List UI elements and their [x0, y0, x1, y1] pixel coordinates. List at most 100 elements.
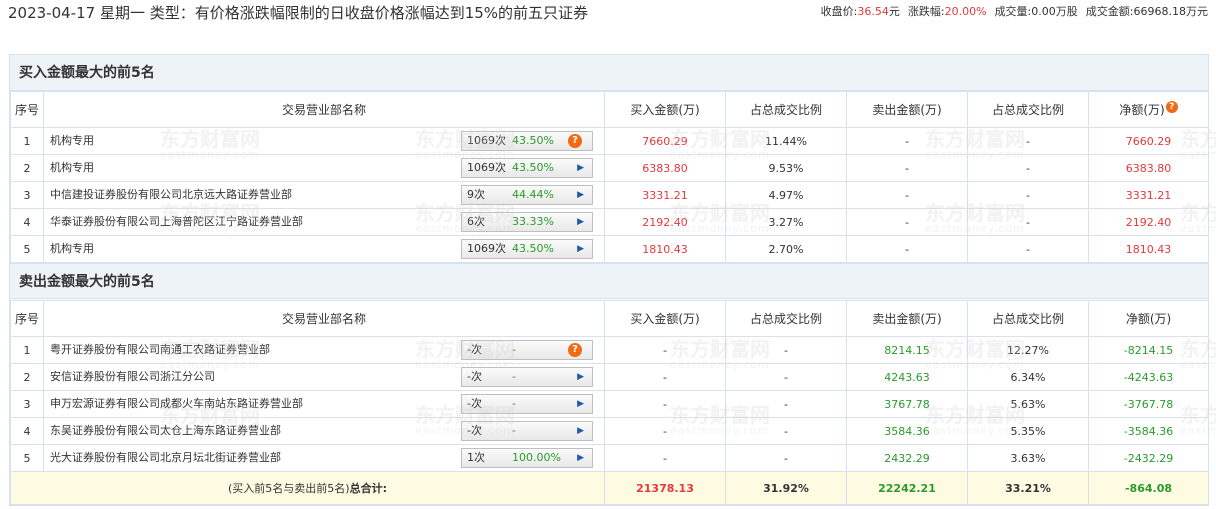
- net-amount: -4243.63: [1088, 363, 1209, 391]
- expand-arrow-icon[interactable]: ▶: [577, 159, 584, 177]
- amount-label: 成交金额:: [1085, 5, 1134, 18]
- page-title: 2023-04-17 星期一 类型：有价格涨跌幅限制的日收盘价格涨幅达到15%的…: [8, 4, 589, 22]
- expand-arrow-icon[interactable]: ▶: [577, 186, 584, 204]
- total-sell: 22242.21: [846, 471, 968, 505]
- buy-amount: -: [604, 390, 726, 418]
- close-price-unit: 元: [888, 5, 900, 18]
- success-rate: -: [512, 370, 516, 383]
- branch-name[interactable]: 光大证券股份有限公司北京月坛北街证券营业部: [50, 451, 281, 464]
- branch-stat-box[interactable]: 1069次 43.50% ▶: [461, 158, 593, 178]
- branch-stat-box[interactable]: 9次 44.44% ▶: [461, 185, 593, 205]
- branch-name[interactable]: 东吴证券股份有限公司太仓上海东路证券营业部: [50, 424, 281, 437]
- branch-name[interactable]: 中信建投证券股份有限公司北京远大路证券营业部: [50, 188, 292, 201]
- branch-name[interactable]: 粤开证券股份有限公司南通工农路证券营业部: [50, 343, 270, 356]
- sell-ratio: -: [967, 127, 1089, 155]
- success-rate: 33.33%: [512, 215, 554, 228]
- col-sell-pct: 占总成交比例: [967, 300, 1089, 337]
- table-row: 3 中信建投证券股份有限公司北京远大路证券营业部 9次 44.44% ▶ 3331.21 4…: [10, 181, 1209, 209]
- col-buy-pct: 占总成交比例: [725, 91, 847, 128]
- col-net: 净额(万): [1088, 300, 1209, 337]
- expand-arrow-icon[interactable]: ▶: [577, 368, 584, 386]
- sell-ratio: -: [967, 235, 1089, 263]
- branch-cell: 申万宏源证券有限公司成都火车南站东路证券营业部 -次 - ▶: [43, 390, 605, 418]
- buy-ratio: 11.44%: [725, 127, 847, 155]
- volume-label: 成交量:: [994, 5, 1032, 18]
- branch-stat-box[interactable]: 1次 100.00% ▶: [461, 448, 593, 468]
- row-index: 4: [10, 417, 44, 445]
- sell-ratio: 12.27%: [967, 336, 1089, 364]
- col-sell-pct: 占总成交比例: [967, 91, 1089, 128]
- branch-stat-box[interactable]: 1069次 43.50% ▶: [461, 239, 593, 259]
- branch-cell: 机构专用 1069次 43.50% ▶: [43, 235, 605, 263]
- listing-count: 1069次: [467, 161, 506, 174]
- table-row: 4 华泰证券股份有限公司上海普陀区江宁路证券营业部 6次 33.33% ▶ 2192.40…: [10, 208, 1209, 236]
- buy-table-header: 序号 交易营业部名称 买入金额(万) 占总成交比例 卖出金额(万) 占总成交比例…: [10, 91, 1209, 128]
- help-icon[interactable]: ?: [568, 134, 582, 148]
- row-index: 5: [10, 235, 44, 263]
- buy-amount: 7660.29: [604, 127, 726, 155]
- col-sell: 卖出金额(万): [846, 91, 968, 128]
- table-row: 1 机构专用 1069次 43.50%? 7660.29 11.44% - -7660.29: [10, 127, 1209, 155]
- total-label-bold: 总合计:: [349, 482, 387, 495]
- buy-table: 序号 交易营业部名称 买入金额(万) 占总成交比例 卖出金额(万) 占总成交比例…: [10, 91, 1209, 263]
- table-row: 5 机构专用 1069次 43.50% ▶ 1810.43 2.70% - -1810.43: [10, 235, 1209, 263]
- close-price-value: 36.54: [857, 5, 889, 18]
- branch-cell: 东吴证券股份有限公司太仓上海东路证券营业部 -次 - ▶: [43, 417, 605, 445]
- sell-amount: 3767.78: [846, 390, 968, 418]
- listing-count: 1069次: [467, 134, 506, 147]
- listing-count: 1069次: [467, 242, 506, 255]
- branch-name[interactable]: 安信证券股份有限公司浙江分公司: [50, 370, 215, 383]
- branch-name[interactable]: 华泰证券股份有限公司上海普陀区江宁路证券营业部: [50, 215, 303, 228]
- sell-ratio: 6.34%: [967, 363, 1089, 391]
- branch-cell: 机构专用 1069次 43.50%?: [43, 127, 605, 155]
- row-index: 4: [10, 208, 44, 236]
- table-row: 2 机构专用 1069次 43.50% ▶ 6383.80 9.53% - -6383.80: [10, 154, 1209, 182]
- success-rate: 44.44%: [512, 188, 554, 201]
- col-index: 序号: [10, 300, 44, 337]
- sell-amount: 3584.36: [846, 417, 968, 445]
- row-index: 1: [10, 336, 44, 364]
- listing-count: 6次: [467, 215, 485, 228]
- branch-name[interactable]: 机构专用: [50, 134, 94, 147]
- buy-amount: 3331.21: [604, 181, 726, 209]
- expand-arrow-icon[interactable]: ▶: [577, 422, 584, 440]
- branch-stat-box[interactable]: -次 - ▶: [461, 394, 593, 414]
- expand-arrow-icon[interactable]: ▶: [577, 240, 584, 258]
- close-price-label: 收盘价:: [820, 5, 858, 18]
- branch-stat-box[interactable]: -次 - ▶: [461, 421, 593, 441]
- sell-table-header: 序号 交易营业部名称 买入金额(万) 占总成交比例 卖出金额(万) 占总成交比例…: [10, 300, 1209, 337]
- help-icon[interactable]: ?: [1165, 101, 1178, 113]
- amount-value: 66968.18万元: [1133, 5, 1209, 18]
- buy-amount: -: [604, 363, 726, 391]
- expand-arrow-icon[interactable]: ▶: [577, 213, 584, 231]
- sell-amount: 2432.29: [846, 444, 968, 472]
- branch-name[interactable]: 机构专用: [50, 242, 94, 255]
- row-index: 1: [10, 127, 44, 155]
- sell-amount: 4243.63: [846, 363, 968, 391]
- buy-ratio: 4.97%: [725, 181, 847, 209]
- branch-stat-box[interactable]: 6次 33.33% ▶: [461, 212, 593, 232]
- success-rate: 43.50%: [512, 242, 554, 255]
- col-index: 序号: [10, 91, 44, 128]
- branch-stat-box[interactable]: -次 -?: [461, 340, 593, 360]
- expand-arrow-icon[interactable]: ▶: [577, 395, 584, 413]
- buy-amount: 2192.40: [604, 208, 726, 236]
- col-buy-pct: 占总成交比例: [725, 300, 847, 337]
- branch-stat-box[interactable]: 1069次 43.50%?: [461, 131, 593, 151]
- listing-count: 9次: [467, 188, 485, 201]
- branch-name[interactable]: 机构专用: [50, 161, 94, 174]
- row-index: 2: [10, 154, 44, 182]
- help-icon[interactable]: ?: [568, 343, 582, 357]
- change-value: 20.00%: [944, 5, 987, 18]
- sell-amount: 8214.15: [846, 336, 968, 364]
- branch-cell: 光大证券股份有限公司北京月坛北街证券营业部 1次 100.00% ▶: [43, 444, 605, 472]
- buy-section-title: 买入金额最大的前5名: [10, 55, 1208, 91]
- expand-arrow-icon[interactable]: ▶: [577, 449, 584, 467]
- branch-name[interactable]: 申万宏源证券有限公司成都火车南站东路证券营业部: [50, 397, 303, 410]
- sell-ratio: -: [967, 208, 1089, 236]
- buy-ratio: -: [725, 390, 847, 418]
- buy-amount: 1810.43: [604, 235, 726, 263]
- branch-stat-box[interactable]: -次 - ▶: [461, 367, 593, 387]
- col-sell: 卖出金额(万): [846, 300, 968, 337]
- sell-ratio: -: [967, 181, 1089, 209]
